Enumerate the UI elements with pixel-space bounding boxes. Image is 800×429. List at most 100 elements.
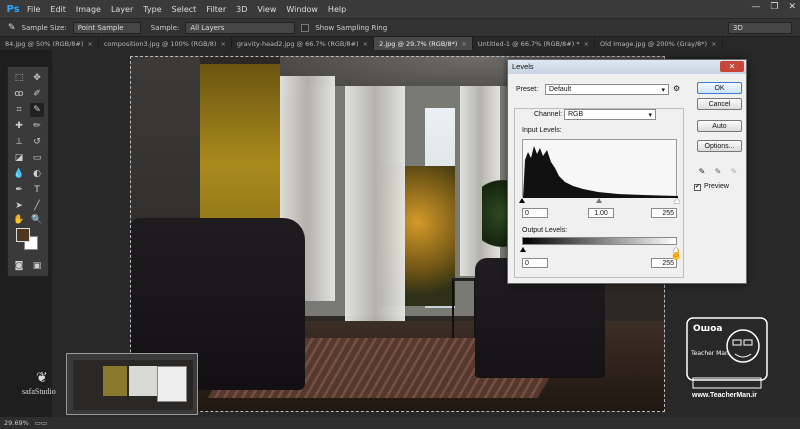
cancel-button[interactable]: Cancel: [697, 98, 742, 110]
menu-filter[interactable]: Filter: [201, 5, 231, 14]
teacherman-url: www.TeacherMan.ir: [692, 392, 757, 399]
channel-select[interactable]: RGB ▾: [564, 109, 656, 120]
channel-value: RGB: [568, 111, 584, 118]
close-window-icon[interactable]: ✕: [788, 2, 796, 12]
input-white-field[interactable]: 255: [651, 208, 677, 218]
menu-select[interactable]: Select: [167, 5, 202, 14]
line-tool-icon[interactable]: ╱: [30, 199, 44, 213]
teacherman-watermark: Ошоа Teacher Man: [683, 314, 771, 392]
lasso-tool-icon[interactable]: ꝏ: [12, 87, 26, 101]
healing-brush-tool-icon[interactable]: ✚: [12, 119, 26, 133]
tab-close-icon[interactable]: ×: [220, 40, 225, 48]
output-black-value: 0: [525, 259, 529, 267]
menu-image[interactable]: Image: [71, 5, 106, 14]
input-gamma-slider-handle[interactable]: [596, 198, 602, 203]
move-tool-icon[interactable]: ✥: [30, 71, 44, 85]
input-black-field[interactable]: 0: [522, 208, 548, 218]
menu-edit[interactable]: Edit: [45, 5, 71, 14]
document-tab[interactable]: composition3.jpg @ 100% (RGB/8) ×: [99, 37, 232, 50]
sample-size-label: Sample Size:: [21, 23, 67, 32]
marquee-tool-icon[interactable]: ⬚: [12, 71, 26, 85]
quick-selection-tool-icon[interactable]: ✐: [30, 87, 44, 101]
options-button[interactable]: Options...: [697, 140, 742, 152]
tab-close-icon[interactable]: ×: [461, 40, 466, 48]
tab-close-icon[interactable]: ×: [584, 40, 589, 48]
input-white-value: 255: [662, 209, 674, 217]
quick-mask-icon[interactable]: ◙: [12, 259, 26, 273]
document-tab[interactable]: 84.jpg @ 50% (RGB/8#) ×: [0, 37, 99, 50]
workspace-value: 3D: [733, 24, 743, 32]
blur-tool-icon[interactable]: 💧: [12, 167, 26, 181]
document-tab-label: 84.jpg @ 50% (RGB/8#): [5, 39, 84, 48]
output-black-field[interactable]: 0: [522, 258, 548, 268]
tab-close-icon[interactable]: ×: [711, 40, 716, 48]
brush-tool-icon[interactable]: ✏: [30, 119, 44, 133]
hand-tool-icon[interactable]: ✋: [12, 213, 26, 227]
sample-select[interactable]: All Layers: [185, 21, 296, 34]
pen-tool-icon[interactable]: ✒: [12, 183, 26, 197]
input-levels-label: Input Levels:: [522, 127, 562, 134]
clone-stamp-tool-icon[interactable]: ⊥: [12, 135, 26, 149]
preset-options-gear-icon[interactable]: ⚙: [673, 84, 680, 93]
input-black-slider-handle[interactable]: [519, 198, 525, 203]
eyedropper-tool-icon[interactable]: ✎: [8, 23, 16, 33]
menu-window[interactable]: Window: [281, 5, 323, 14]
menu-items: File Edit Image Layer Type Select Filter 3D View…: [22, 5, 351, 14]
white-point-eyedropper-icon[interactable]: ✎: [730, 167, 738, 176]
screen-mode-icon[interactable]: ▣: [30, 259, 44, 273]
safa-studio-emblem-icon: ❦: [36, 371, 48, 386]
preview-label: Preview: [704, 183, 729, 190]
menu-layer[interactable]: Layer: [106, 5, 138, 14]
document-tab-label: gravity-head2.jpg @ 66.7% (RGB/8#): [236, 39, 359, 48]
input-white-slider-handle[interactable]: [674, 198, 680, 203]
sample-size-value: Point Sample: [77, 23, 124, 32]
input-gamma-field[interactable]: 1.00: [588, 208, 614, 218]
input-gamma-value: 1.00: [594, 209, 608, 217]
timeline-icon[interactable]: ▭▭: [35, 419, 47, 427]
type-tool-icon[interactable]: T: [30, 183, 44, 197]
maximize-icon[interactable]: ❐: [770, 2, 778, 12]
preset-select[interactable]: Default ▾: [545, 84, 669, 95]
document-tab[interactable]: gravity-head2.jpg @ 66.7% (RGB/8#) ×: [232, 37, 375, 50]
preview-checkbox[interactable]: ✔: [694, 184, 701, 191]
document-tab[interactable]: 2.jpg @ 29.7% (RGB/8*) ×: [374, 37, 473, 50]
ok-button[interactable]: OK: [697, 82, 742, 94]
document-tab[interactable]: Old Image.jpg @ 200% (Gray/8*) ×: [595, 37, 723, 50]
show-sampling-ring-checkbox[interactable]: [301, 23, 310, 32]
foreground-color-swatch[interactable]: [16, 228, 30, 242]
menu-view[interactable]: View: [252, 5, 281, 14]
input-slider[interactable]: [519, 198, 680, 204]
menu-3d[interactable]: 3D: [231, 5, 252, 14]
black-point-eyedropper-icon[interactable]: ✎: [698, 167, 706, 176]
sample-size-select[interactable]: Point Sample: [72, 21, 141, 34]
menu-type[interactable]: Type: [138, 5, 166, 14]
video-thumbnail-overlay: [66, 353, 198, 415]
history-brush-tool-icon[interactable]: ↺: [30, 135, 44, 149]
levels-dialog: Levels ✕ Preset: Default ▾ ⚙ Channel: RGB…: [507, 59, 747, 284]
minimize-icon[interactable]: —: [751, 2, 760, 12]
tab-close-icon[interactable]: ×: [363, 40, 368, 48]
output-black-slider-handle[interactable]: [520, 247, 526, 252]
auto-button[interactable]: Auto: [697, 120, 742, 132]
menu-help[interactable]: Help: [323, 5, 351, 14]
status-bar: 29.69% ▭▭: [0, 417, 800, 429]
path-selection-tool-icon[interactable]: ➤: [12, 199, 26, 213]
dodge-tool-icon[interactable]: ◐: [30, 167, 44, 181]
eraser-tool-icon[interactable]: ◪: [12, 151, 26, 165]
close-icon[interactable]: ✕: [720, 61, 744, 72]
crop-tool-icon[interactable]: ⌗: [12, 103, 26, 117]
menu-file[interactable]: File: [22, 5, 45, 14]
gray-point-eyedropper-icon[interactable]: ✎: [714, 167, 722, 176]
tab-close-icon[interactable]: ×: [87, 40, 92, 48]
histogram-shape: [523, 146, 678, 198]
gradient-tool-icon[interactable]: ▭: [30, 151, 44, 165]
safa-studio-logo: ❦ safaStudio: [22, 370, 72, 420]
document-tab[interactable]: Untitled-1 @ 66.7% (RGB/8#) * ×: [473, 37, 596, 50]
document-tab-label: 2.jpg @ 29.7% (RGB/8*): [379, 39, 458, 48]
zoom-level[interactable]: 29.69%: [4, 419, 29, 427]
zoom-tool-icon[interactable]: 🔍: [30, 213, 44, 227]
preset-value: Default: [549, 86, 572, 93]
sample-label: Sample:: [150, 23, 180, 32]
workspace-select[interactable]: 3D: [728, 22, 792, 34]
eyedropper-icon[interactable]: ✎: [30, 103, 44, 117]
